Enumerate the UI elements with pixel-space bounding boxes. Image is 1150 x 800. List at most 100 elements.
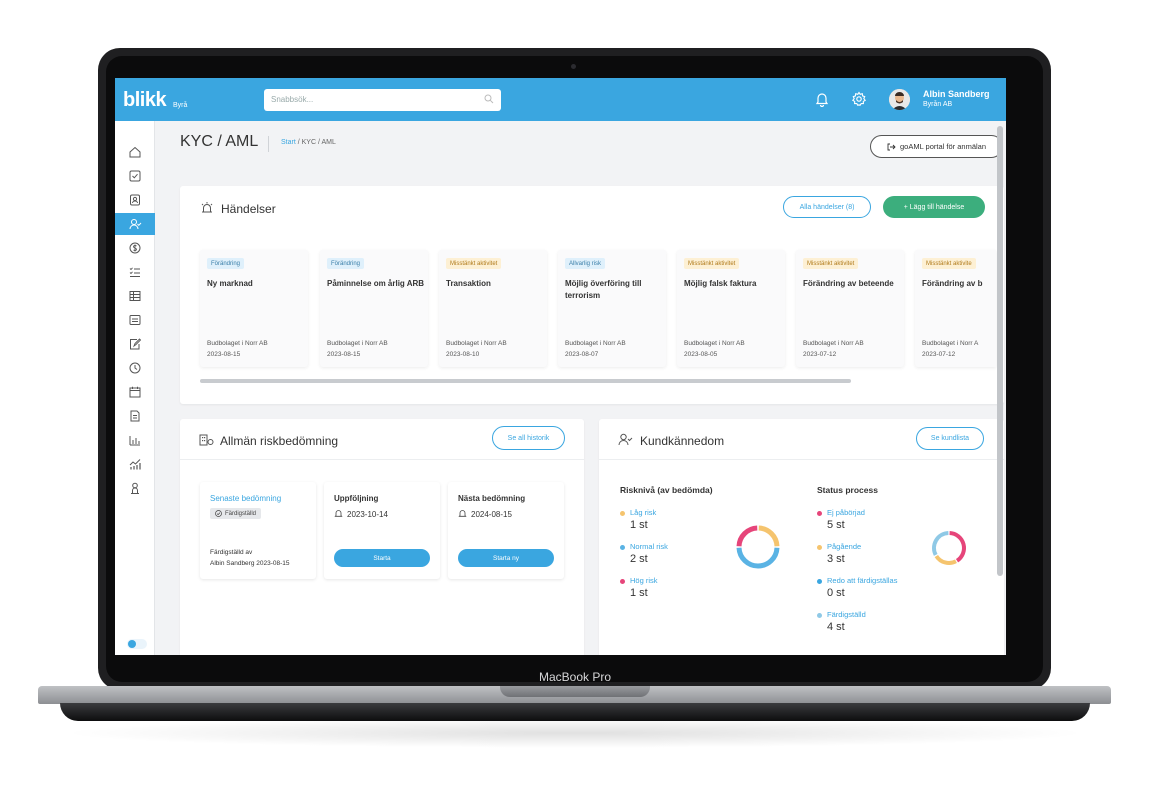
app-logo[interactable]: blikk — [123, 89, 167, 112]
latest-assessment-link[interactable]: Senaste bedömning — [210, 494, 281, 503]
avatar-face-icon — [889, 89, 910, 110]
legend-label: Normal risk — [630, 542, 668, 551]
theme-toggle[interactable] — [127, 639, 147, 649]
legend-item[interactable]: Normal risk — [620, 542, 668, 551]
legend-dot — [620, 544, 625, 550]
sidebar-item-person[interactable] — [115, 477, 155, 499]
calendar-icon — [129, 386, 141, 398]
sidebar-item-dollar[interactable] — [115, 237, 155, 259]
event-tag: Förändring — [327, 258, 365, 269]
top-bar: blikk Byrå Snabbsök... Albin Sandberg By… — [115, 78, 1006, 121]
next-assessment-card: Nästa bedömning 2024-08-15 Starta ny — [448, 482, 564, 579]
document-icon — [130, 410, 140, 422]
event-tag: Misstänkt aktivitet — [446, 258, 502, 269]
legend-item[interactable]: Redo att färdigställas — [817, 576, 897, 585]
sidebar-item-list-check[interactable] — [115, 261, 155, 283]
donut-slice-1[interactable] — [736, 547, 780, 569]
goaml-portal-button[interactable]: goAML portal för anmälan — [870, 135, 1003, 158]
legend-dot — [817, 612, 822, 618]
donut-slice-0[interactable] — [758, 525, 780, 547]
sidebar-item-clock[interactable] — [115, 357, 155, 379]
event-card[interactable]: Misstänkt aktivite Förändring av b Budbola… — [915, 250, 996, 367]
start-followup-button[interactable]: Starta — [334, 549, 430, 567]
sidebar-item-card[interactable] — [115, 309, 155, 331]
legend-item[interactable]: Färdigställd — [817, 610, 866, 619]
building-icon — [199, 434, 214, 446]
page-scrollbar[interactable] — [997, 126, 1003, 576]
sidebar-item-home[interactable] — [115, 141, 155, 163]
followup-date-row: 2023-10-14 — [334, 509, 388, 519]
customer-list-button[interactable]: Se kundlista — [916, 427, 984, 450]
event-card[interactable]: Misstänkt aktivitet Förändring av beteend… — [796, 250, 904, 367]
add-event-button[interactable]: + Lägg till händelse — [883, 196, 985, 218]
home-icon — [129, 146, 141, 158]
donut-slice-1[interactable] — [934, 554, 957, 565]
user-company: Byrån AB — [923, 101, 953, 108]
event-company: Budbolaget i Norr AB — [327, 340, 388, 347]
donut-slice-2[interactable] — [736, 525, 758, 547]
edit-doc-icon — [130, 338, 142, 350]
sidebar — [115, 121, 155, 655]
bell-icon[interactable] — [814, 91, 830, 107]
legend-value: 3 st — [827, 553, 845, 565]
next-assessment-title: Nästa bedömning — [458, 494, 526, 503]
sidebar-item-calendar[interactable] — [115, 381, 155, 403]
all-events-button[interactable]: Alla händelser (8) — [783, 196, 871, 218]
event-card[interactable]: Förändring Påminnelse om årlig ARB Budbola… — [320, 250, 428, 367]
legend-item[interactable]: Låg risk — [620, 508, 656, 517]
external-link-icon — [887, 143, 896, 150]
event-title: Förändring av beteende — [803, 279, 894, 288]
chart-up-icon — [129, 459, 141, 470]
sidebar-item-checkbox[interactable] — [115, 165, 155, 187]
toggle-knob — [128, 640, 136, 648]
completed-by-label: Färdigställd av — [210, 549, 253, 556]
avatar[interactable] — [889, 89, 910, 110]
gear-icon[interactable] — [851, 91, 867, 107]
event-card[interactable]: Förändring Ny marknad Budbolaget i Norr AB… — [200, 250, 308, 367]
sidebar-item-table[interactable] — [115, 285, 155, 307]
start-new-button[interactable]: Starta ny — [458, 549, 554, 567]
event-title: Möjlig falsk faktura — [684, 279, 757, 288]
search-input[interactable]: Snabbsök... — [264, 89, 501, 111]
laptop-notch — [500, 686, 650, 697]
legend-dot — [817, 578, 822, 584]
app-logo-sub: Byrå — [173, 102, 188, 109]
sidebar-item-document[interactable] — [115, 405, 155, 427]
risk-assessment-title: Allmän riskbedömning — [220, 434, 339, 448]
event-company: Budbolaget i Norr AB — [803, 340, 864, 347]
title-divider — [268, 136, 269, 152]
sidebar-item-edit-doc[interactable] — [115, 333, 155, 355]
event-card[interactable]: Misstänkt aktivitet Möjlig falsk faktura B… — [677, 250, 785, 367]
sidebar-item-contact[interactable] — [115, 189, 155, 211]
event-company: Budbolaget i Norr AB — [565, 340, 626, 347]
divider — [180, 459, 584, 460]
checkbox-icon — [129, 170, 141, 182]
event-date: 2023-07-12 — [922, 351, 956, 358]
events-scrollbar[interactable] — [200, 379, 851, 383]
followup-title: Uppföljning — [334, 494, 379, 503]
sidebar-item-chart-up[interactable] — [115, 453, 155, 475]
see-history-button[interactable]: Se all historik — [492, 426, 565, 450]
event-card[interactable]: Allvarlig risk Möjlig överföring till ter… — [558, 250, 666, 367]
legend-dot — [817, 510, 822, 516]
donut-slice-0[interactable] — [949, 531, 966, 563]
sidebar-item-user-check[interactable] — [115, 213, 155, 235]
event-tag: Misstänkt aktivitet — [803, 258, 859, 269]
breadcrumb-start-link[interactable]: Start — [281, 139, 296, 146]
event-company: Budbolaget i Norr AB — [446, 340, 507, 347]
legend-item[interactable]: Ej påbörjad — [817, 508, 865, 517]
legend-dot — [620, 510, 625, 516]
latest-assessment-card[interactable]: Senaste bedömning Färdigställd Färdigstä… — [200, 482, 316, 579]
legend-item[interactable]: Hög risk — [620, 576, 658, 585]
divider — [599, 459, 1004, 460]
user-name[interactable]: Albin Sandberg — [923, 89, 990, 99]
event-company: Budbolaget i Norr AB — [207, 340, 268, 347]
list-check-icon — [129, 267, 140, 277]
event-title: Möjlig överföring till terrorism — [565, 279, 642, 300]
user-check-icon — [129, 219, 142, 230]
sidebar-item-bar-chart[interactable] — [115, 429, 155, 451]
legend-item[interactable]: Pågående — [817, 542, 861, 551]
bar-chart-icon — [129, 436, 140, 446]
donut-slice-3[interactable] — [932, 531, 949, 556]
event-card[interactable]: Misstänkt aktivitet Transaktion Budbolaget… — [439, 250, 547, 367]
